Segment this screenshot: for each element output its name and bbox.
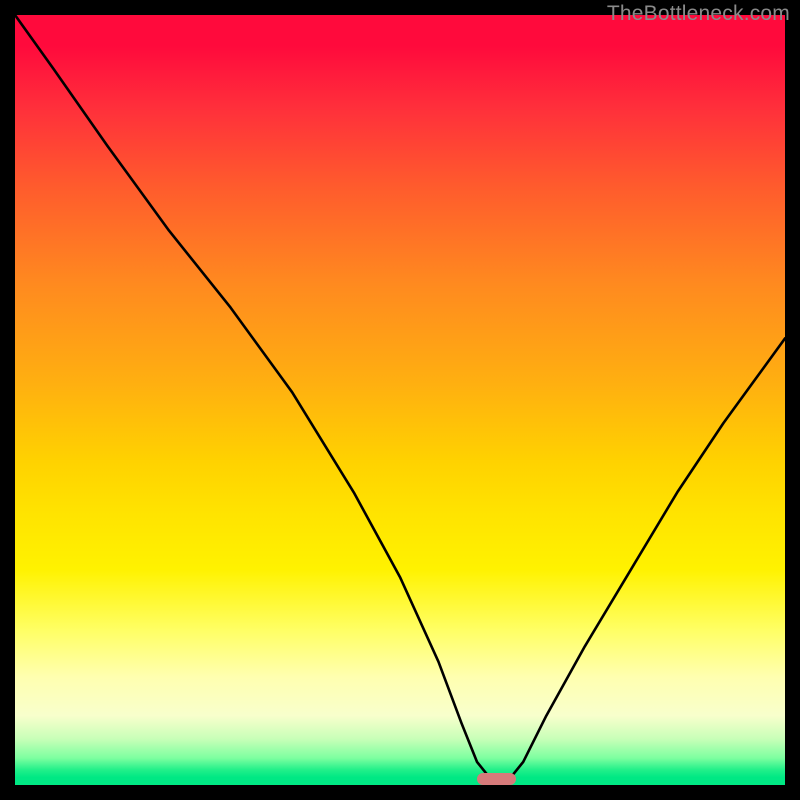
- bottleneck-curve: [15, 15, 785, 785]
- chart-frame: TheBottleneck.com: [0, 0, 800, 800]
- watermark-text: TheBottleneck.com: [607, 2, 790, 26]
- plot-area: [15, 15, 785, 785]
- optimal-marker: [477, 773, 516, 785]
